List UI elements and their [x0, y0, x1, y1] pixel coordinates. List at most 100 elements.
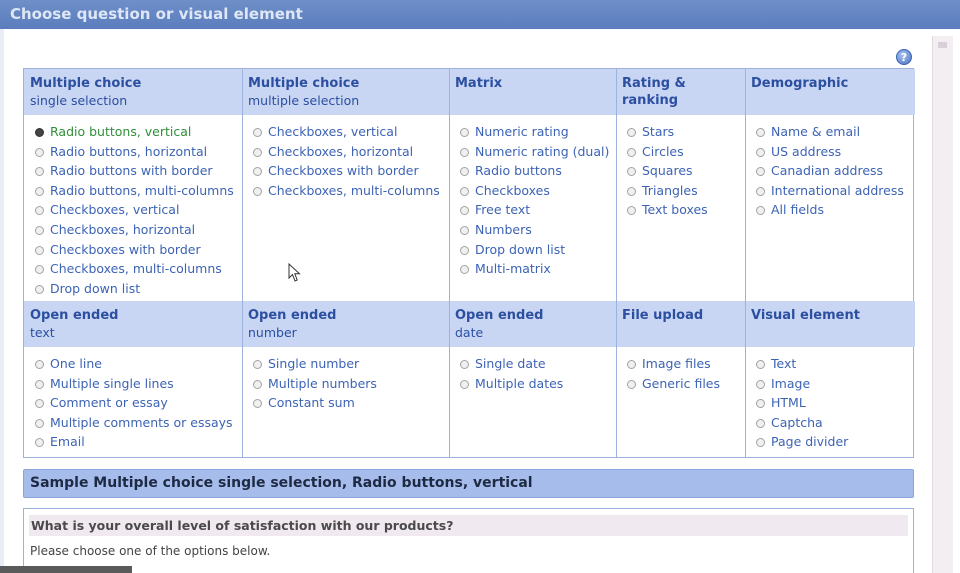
option-multiple-numbers[interactable]: Multiple numbers — [253, 374, 449, 394]
option-stars[interactable]: Stars — [627, 122, 745, 142]
option-checkboxes-horizontal[interactable]: Checkboxes, horizontal — [35, 220, 242, 240]
option-free-text[interactable]: Free text — [460, 200, 616, 220]
radio-icon[interactable] — [460, 206, 469, 216]
option-checkboxes-multi-columns[interactable]: Checkboxes, multi-columns — [35, 259, 242, 279]
radio-icon[interactable] — [253, 360, 262, 369]
option-name-email[interactable]: Name & email — [756, 122, 915, 142]
option-image[interactable]: Image — [756, 374, 915, 394]
option-international-address[interactable]: International address — [756, 181, 915, 201]
option-radio-buttons[interactable]: Radio buttons — [460, 161, 616, 181]
option-text[interactable]: Text — [756, 354, 915, 374]
option-drop-down-list[interactable]: Drop down list — [460, 240, 616, 260]
option-drop-down-list[interactable]: Drop down list — [35, 279, 242, 299]
option-multiple-single-lines[interactable]: Multiple single lines — [35, 374, 242, 394]
option-constant-sum[interactable]: Constant sum — [253, 393, 449, 413]
option-checkboxes-with-border[interactable]: Checkboxes with border — [35, 240, 242, 260]
option-checkboxes-horizontal[interactable]: Checkboxes, horizontal — [253, 142, 449, 162]
option-checkboxes-with-border[interactable]: Checkboxes with border — [253, 161, 449, 181]
option-us-address[interactable]: US address — [756, 142, 915, 162]
radio-icon[interactable] — [35, 167, 44, 177]
radio-icon[interactable] — [460, 147, 469, 157]
vertical-scrollbar[interactable] — [932, 36, 953, 573]
option-canadian-address[interactable]: Canadian address — [756, 161, 915, 181]
option-checkboxes-vertical[interactable]: Checkboxes, vertical — [35, 200, 242, 220]
radio-icon[interactable] — [756, 399, 765, 409]
radio-icon[interactable] — [35, 284, 44, 294]
option-multiple-comments-or-essays[interactable]: Multiple comments or essays — [35, 413, 242, 433]
radio-icon[interactable] — [460, 128, 469, 137]
option-triangles[interactable]: Triangles — [627, 181, 745, 201]
radio-icon[interactable] — [756, 206, 765, 216]
radio-icon[interactable] — [756, 128, 765, 137]
radio-icon[interactable] — [756, 186, 765, 196]
option-radio-buttons-vertical[interactable]: Radio buttons, vertical — [35, 122, 242, 142]
option-comment-or-essay[interactable]: Comment or essay — [35, 393, 242, 413]
radio-icon[interactable] — [35, 186, 44, 196]
option-radio-buttons-multi-columns[interactable]: Radio buttons, multi-columns — [35, 181, 242, 201]
option-checkboxes-multi-columns[interactable]: Checkboxes, multi-columns — [253, 181, 449, 201]
radio-icon[interactable] — [627, 206, 636, 216]
option-html[interactable]: HTML — [756, 393, 915, 413]
radio-icon[interactable] — [627, 186, 636, 196]
option-text-boxes[interactable]: Text boxes — [627, 200, 745, 220]
option-radio-buttons-horizontal[interactable]: Radio buttons, horizontal — [35, 142, 242, 162]
radio-icon[interactable] — [35, 379, 44, 389]
radio-icon[interactable] — [253, 167, 262, 177]
option-checkboxes[interactable]: Checkboxes — [460, 181, 616, 201]
option-numbers[interactable]: Numbers — [460, 220, 616, 240]
option-numeric-rating-dual[interactable]: Numeric rating (dual) — [460, 142, 616, 162]
option-image-files[interactable]: Image files — [627, 354, 745, 374]
option-numeric-rating[interactable]: Numeric rating — [460, 122, 616, 142]
radio-icon[interactable] — [756, 360, 765, 369]
option-captcha[interactable]: Captcha — [756, 413, 915, 433]
help-icon[interactable]: ? — [896, 49, 912, 65]
radio-icon[interactable] — [627, 128, 636, 137]
radio-icon[interactable] — [460, 167, 469, 177]
radio-icon[interactable] — [756, 438, 765, 448]
option-email[interactable]: Email — [35, 432, 242, 452]
radio-icon[interactable] — [627, 379, 636, 389]
option-multi-matrix[interactable]: Multi-matrix — [460, 259, 616, 279]
radio-icon[interactable] — [35, 438, 44, 448]
radio-icon[interactable] — [627, 360, 636, 369]
scrollbar-thumb[interactable] — [938, 42, 947, 48]
option-label: Multiple numbers — [268, 375, 377, 391]
radio-icon[interactable] — [253, 379, 262, 389]
option-single-number[interactable]: Single number — [253, 354, 449, 374]
option-generic-files[interactable]: Generic files — [627, 374, 745, 394]
radio-icon[interactable] — [460, 265, 469, 275]
radio-icon[interactable] — [35, 225, 44, 235]
radio-icon[interactable] — [253, 147, 262, 157]
radio-icon[interactable] — [627, 147, 636, 157]
radio-icon[interactable] — [756, 418, 765, 428]
radio-icon[interactable] — [627, 167, 636, 177]
radio-icon[interactable] — [35, 206, 44, 216]
radio-icon[interactable] — [756, 379, 765, 389]
option-squares[interactable]: Squares — [627, 161, 745, 181]
radio-icon[interactable] — [460, 245, 469, 255]
option-page-divider[interactable]: Page divider — [756, 432, 915, 452]
radio-icon[interactable] — [460, 225, 469, 235]
radio-selected-icon[interactable] — [35, 128, 44, 137]
radio-icon[interactable] — [756, 167, 765, 177]
radio-icon[interactable] — [253, 186, 262, 196]
option-checkboxes-vertical[interactable]: Checkboxes, vertical — [253, 122, 449, 142]
option-one-line[interactable]: One line — [35, 354, 242, 374]
radio-icon[interactable] — [253, 128, 262, 137]
radio-icon[interactable] — [35, 399, 44, 409]
radio-icon[interactable] — [35, 245, 44, 255]
radio-icon[interactable] — [35, 360, 44, 369]
option-radio-buttons-with-border[interactable]: Radio buttons with border — [35, 161, 242, 181]
option-circles[interactable]: Circles — [627, 142, 745, 162]
option-single-date[interactable]: Single date — [460, 354, 616, 374]
option-all-fields[interactable]: All fields — [756, 200, 915, 220]
radio-icon[interactable] — [253, 399, 262, 409]
radio-icon[interactable] — [756, 147, 765, 157]
radio-icon[interactable] — [35, 265, 44, 275]
radio-icon[interactable] — [460, 360, 469, 369]
radio-icon[interactable] — [35, 418, 44, 428]
radio-icon[interactable] — [460, 186, 469, 196]
option-multiple-dates[interactable]: Multiple dates — [460, 374, 616, 394]
radio-icon[interactable] — [35, 147, 44, 157]
radio-icon[interactable] — [460, 379, 469, 389]
